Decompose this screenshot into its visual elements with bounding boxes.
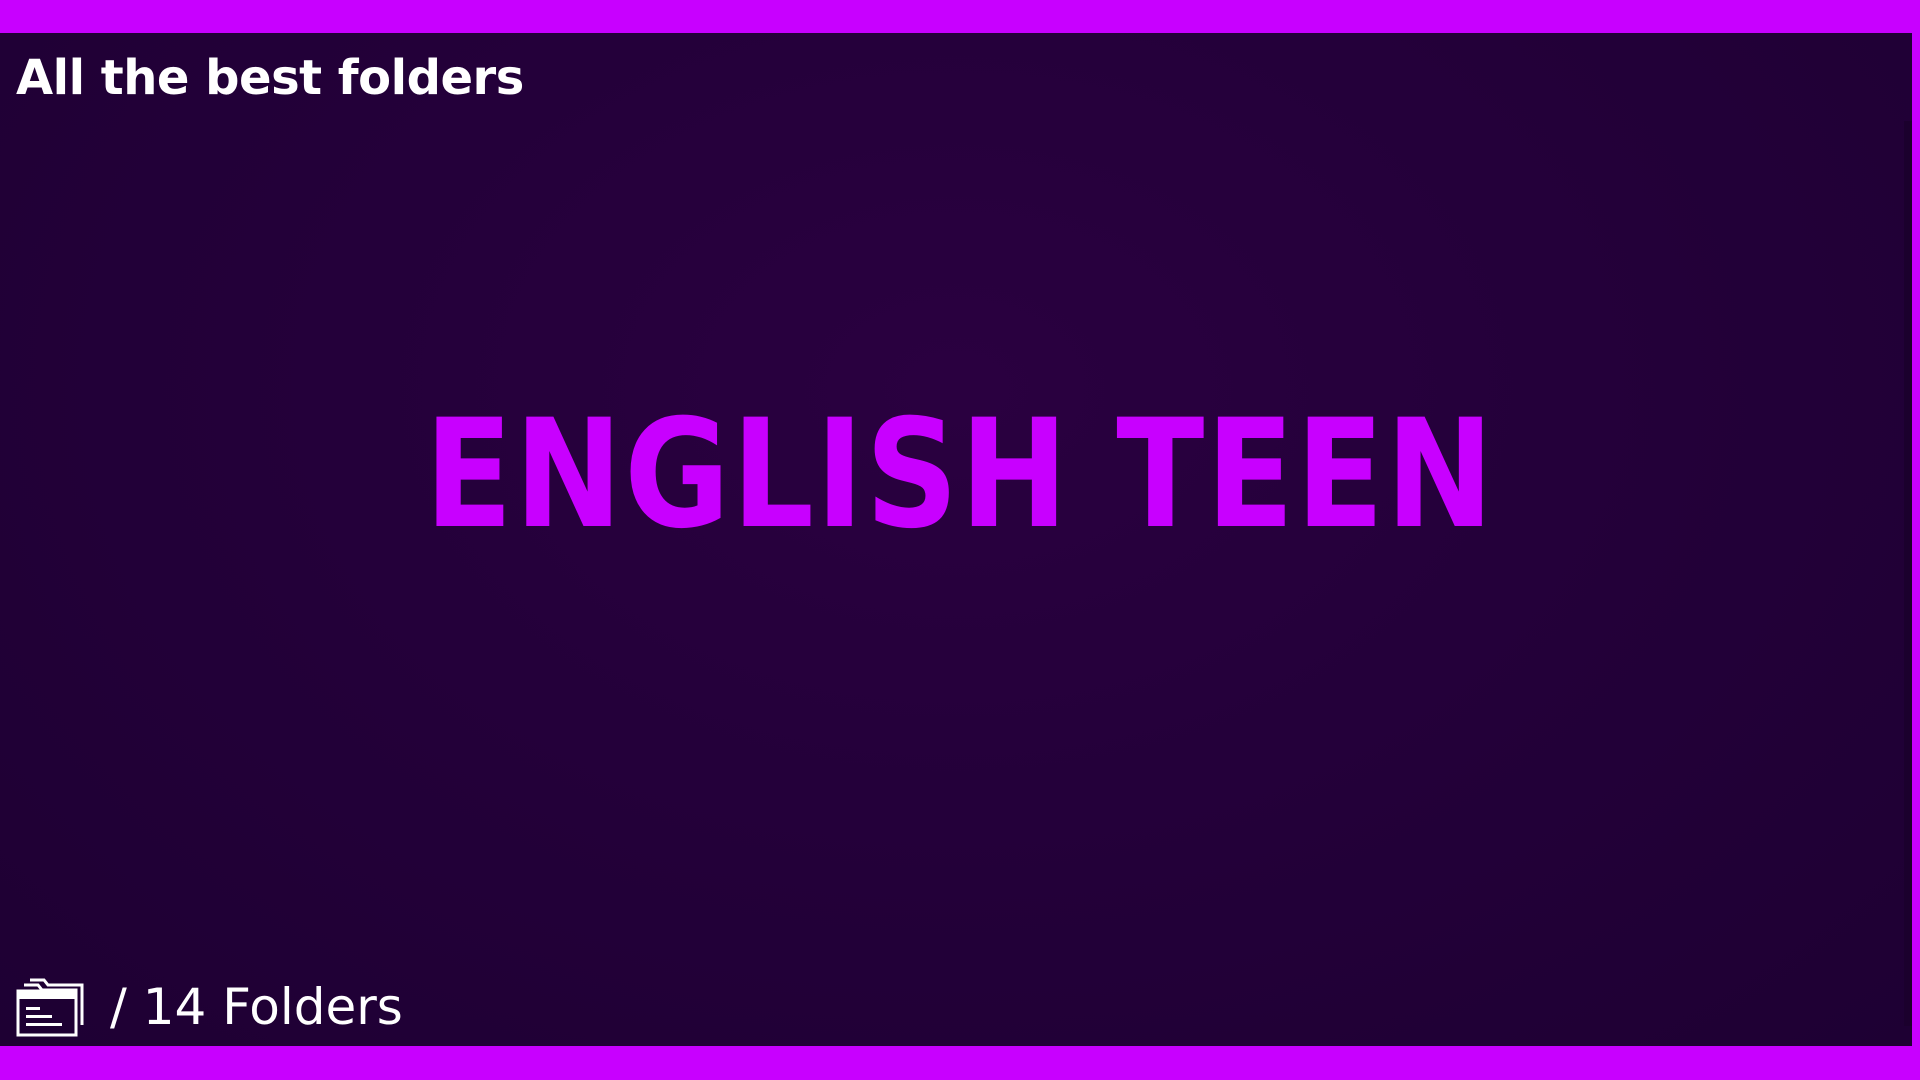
category-headline: ENGLISH TEEN xyxy=(424,388,1496,562)
folder-icon xyxy=(16,977,84,1037)
top-accent-bar xyxy=(0,0,1920,33)
folder-count-label: / 14 Folders xyxy=(110,978,403,1036)
slide-frame: All the best folders ENGLISH TEEN / 14 F… xyxy=(0,0,1920,1080)
bottom-accent-bar xyxy=(0,1046,1920,1080)
right-edge-strip xyxy=(1904,121,1912,1026)
page-title: All the best folders xyxy=(16,50,524,106)
folder-count-footer: / 14 Folders xyxy=(16,975,403,1039)
